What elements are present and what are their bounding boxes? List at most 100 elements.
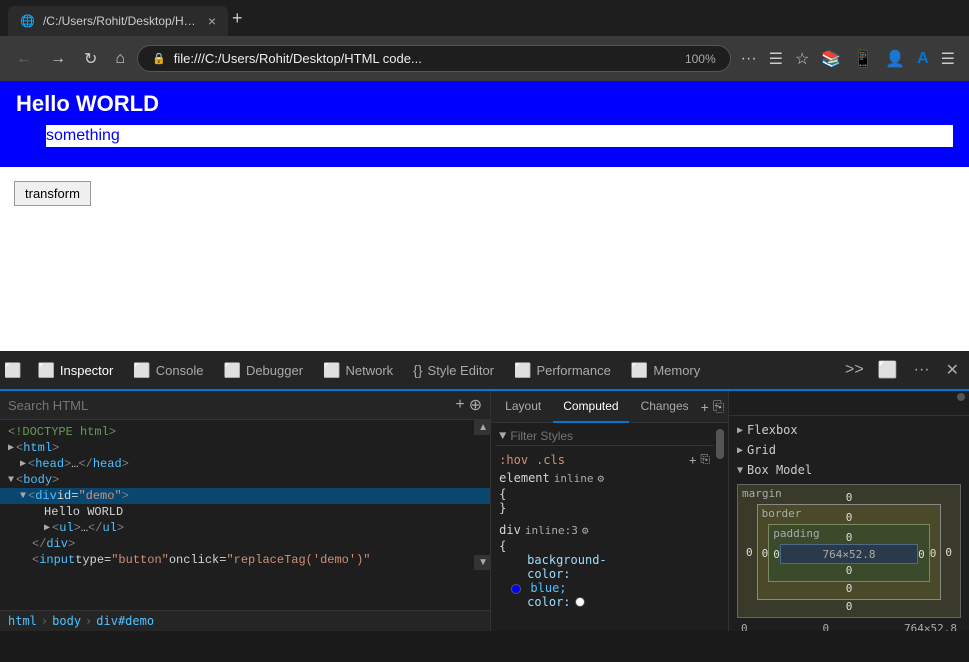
gear-icon-2[interactable]: ⚙ <box>582 524 589 537</box>
style-editor-icon: {} <box>413 362 422 378</box>
breadcrumb-html[interactable]: html <box>8 614 37 628</box>
address-bar[interactable]: 🔒 file:///C:/Users/Rohit/Desktop/HTML co… <box>137 45 731 72</box>
css-tab-layout-label: Layout <box>505 399 541 413</box>
tab-network-label: Network <box>345 363 393 378</box>
devtools-body: + ⊕ <!DOCTYPE html> ▶ <html> ▶ <h <box>0 391 969 631</box>
more-tools-button[interactable]: >> <box>839 361 870 379</box>
tree-line-div-demo[interactable]: ▼ <div id="demo" > <box>0 488 490 504</box>
refresh-button[interactable]: ↻ <box>78 45 103 73</box>
add-style-button[interactable]: + <box>689 453 696 467</box>
synced-tabs-button[interactable]: 📱 <box>849 45 877 73</box>
border-bottom-val: 0 <box>762 582 937 595</box>
scroll-down-button[interactable]: ▼ <box>474 555 490 570</box>
css-tab-layout[interactable]: Layout <box>495 391 551 423</box>
color-swatch-white <box>575 597 585 607</box>
lock-icon: 🔒 <box>152 52 166 65</box>
tree-line-doctype[interactable]: <!DOCTYPE html> <box>0 424 490 440</box>
address-text: file:///C:/Users/Rohit/Desktop/HTML code… <box>174 51 677 66</box>
border-left-val: 0 <box>762 547 769 560</box>
devtools-tab-bar: ⬜ ⬜ Inspector ⬜ Console ⬜ Debugger ⬜ Net… <box>0 351 969 391</box>
menu-button[interactable]: ☰ <box>937 45 959 73</box>
copy-style-rule-button[interactable]: ⎘ <box>700 452 710 467</box>
responsive-toggle-icon[interactable]: ⬜ <box>4 362 21 379</box>
tree-line-html[interactable]: ▶ <html> <box>0 440 490 456</box>
profile-button[interactable]: 👤 <box>881 45 909 73</box>
padding-box: padding 0 0 764×52.8 <box>768 524 929 582</box>
flexbox-arrow <box>737 425 743 436</box>
pick-element-button[interactable]: ⊕ <box>469 395 482 415</box>
grid-section[interactable]: Grid <box>733 440 965 460</box>
panel-scrollbar[interactable] <box>957 393 965 413</box>
box-model-section-header[interactable]: Box Model <box>733 460 965 480</box>
tab-performance[interactable]: ⬜ Performance <box>504 351 621 391</box>
home-button[interactable]: ⌂ <box>109 46 131 72</box>
html-tree: <!DOCTYPE html> ▶ <html> ▶ <head> … </he… <box>0 420 490 610</box>
tab-memory-label: Memory <box>653 363 700 378</box>
margin-middle: 0 border 0 0 padding 0 <box>742 504 956 600</box>
tree-line-text-hello[interactable]: Hello WORLD <box>0 504 490 520</box>
back-button[interactable]: ← <box>10 46 38 72</box>
html-actions: + ⊕ <box>455 395 482 415</box>
bookmark-button[interactable]: ☆ <box>791 45 813 73</box>
scroll-up-button[interactable]: ▲ <box>474 420 490 435</box>
tab-memory[interactable]: ⬜ Memory <box>621 351 710 391</box>
tab-title: /C:/Users/Rohit/Desktop/HTML%20... <box>43 14 200 28</box>
css-rule-div-inline3: div inline:3 ⚙ { background- color: <box>495 521 714 609</box>
html-panel: + ⊕ <!DOCTYPE html> ▶ <html> ▶ <h <box>0 391 491 631</box>
css-tab-computed-label: Computed <box>563 399 618 413</box>
more-button[interactable]: ··· <box>737 46 761 72</box>
tree-line-input[interactable]: <input type="button" onclick="replaceTag… <box>0 552 490 568</box>
css-tab-actions: + ⎘ <box>701 398 724 415</box>
tab-style-editor[interactable]: {} Style Editor <box>403 351 504 391</box>
settings-button[interactable]: ··· <box>908 358 936 382</box>
css-tabs: Layout Computed Changes + ⎘ <box>491 391 728 423</box>
breadcrumb-body[interactable]: body <box>52 614 81 628</box>
gear-icon[interactable]: ⚙ <box>598 472 605 485</box>
css-tab-changes[interactable]: Changes <box>631 391 699 423</box>
tab-inspector[interactable]: ⬜ Inspector <box>27 351 123 391</box>
filter-icon: ▼ <box>499 429 506 443</box>
border-box: border 0 0 padding 0 0 <box>757 504 942 600</box>
css-panel: Layout Computed Changes + ⎘ ▼ <box>491 391 728 631</box>
forward-button[interactable]: → <box>44 46 72 72</box>
margin-bottom-val: 0 <box>742 600 956 613</box>
performance-icon: ⬜ <box>514 362 531 379</box>
padding-left-val: 0 <box>773 548 780 561</box>
tab-debugger[interactable]: ⬜ Debugger <box>214 351 314 391</box>
debugger-icon: ⬜ <box>224 362 241 379</box>
pocket-button[interactable]: ☰ <box>765 45 787 73</box>
tab-debugger-label: Debugger <box>246 363 303 378</box>
panel-scrollbar-thumb[interactable] <box>957 393 965 401</box>
add-node-button[interactable]: + <box>455 395 464 415</box>
margin-label: margin <box>742 487 782 500</box>
dimensions-bottom: 764×52.8 <box>904 622 957 631</box>
css-scrollbar-thumb[interactable] <box>716 429 724 459</box>
css-filter-input[interactable] <box>510 429 710 443</box>
tab-network[interactable]: ⬜ Network <box>313 351 403 391</box>
transform-button[interactable]: transform <box>14 181 91 206</box>
hello-world-section: Hello WORLD something <box>0 81 969 167</box>
tree-line-body[interactable]: ▼ <body> <box>0 472 490 488</box>
css-tab-computed[interactable]: Computed <box>553 391 628 423</box>
add-rule-button[interactable]: + <box>701 398 709 415</box>
firefox-account-button[interactable]: A <box>913 46 933 72</box>
tab-bar: 🌐 /C:/Users/Rohit/Desktop/HTML%20... × + <box>0 0 969 36</box>
css-scrollbar[interactable] <box>716 427 724 627</box>
tree-line-div-close[interactable]: </div> <box>0 536 490 552</box>
breadcrumb-div[interactable]: div#demo <box>96 614 154 628</box>
tab-close-button[interactable]: × <box>208 13 216 29</box>
html-search-input[interactable] <box>8 398 449 413</box>
tree-line-ul[interactable]: ▶ <ul> … </ul> <box>0 520 490 536</box>
dock-button[interactable]: ⬜ <box>872 358 904 382</box>
tab-console[interactable]: ⬜ Console <box>123 351 213 391</box>
flexbox-section[interactable]: Flexbox <box>733 420 965 440</box>
new-tab-button[interactable]: + <box>232 8 243 29</box>
hello-title: Hello WORLD <box>16 91 953 117</box>
box-model-arrow <box>737 465 743 476</box>
library-button[interactable]: 📚 <box>817 45 845 73</box>
copy-style-button[interactable]: ⎘ <box>713 398 724 415</box>
active-tab[interactable]: 🌐 /C:/Users/Rohit/Desktop/HTML%20... × <box>8 6 228 36</box>
tree-line-head[interactable]: ▶ <head> … </head> <box>0 456 490 472</box>
nav-bar: ← → ↻ ⌂ 🔒 file:///C:/Users/Rohit/Desktop… <box>0 36 969 81</box>
close-devtools-button[interactable]: ✕ <box>940 358 965 382</box>
